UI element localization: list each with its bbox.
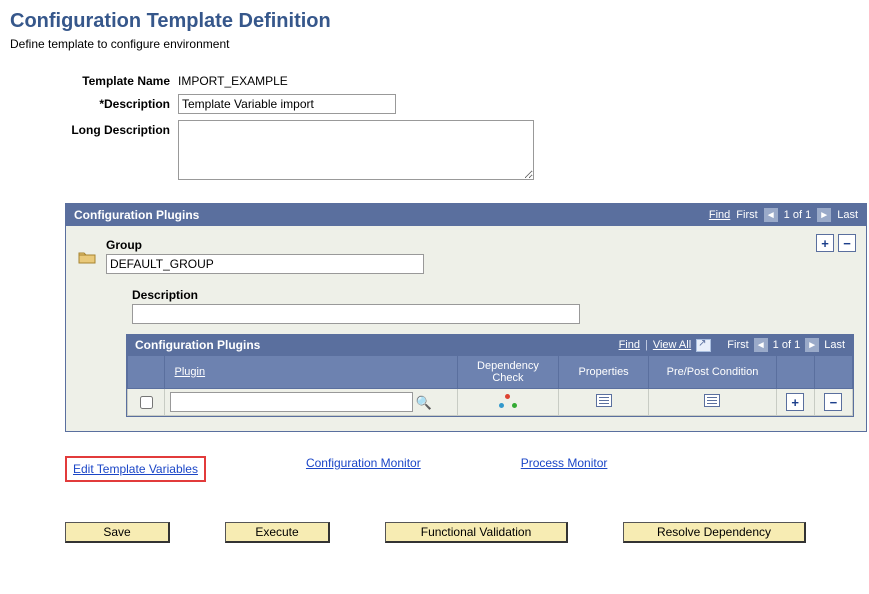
lookup-icon[interactable]: 🔍 (416, 395, 432, 410)
process-monitor-link[interactable]: Process Monitor (521, 456, 608, 482)
configuration-monitor-link[interactable]: Configuration Monitor (306, 456, 421, 482)
record-counter: 1 of 1 (784, 209, 812, 221)
zoom-icon[interactable] (696, 339, 711, 352)
group-label: Group (106, 238, 854, 252)
plugins-table: Plugin Dependency Check Properties Pre/P… (127, 355, 853, 416)
functional-validation-button[interactable]: Functional Validation (385, 522, 568, 543)
prepost-col-header: Pre/Post Condition (649, 356, 776, 389)
long-description-label: Long Description (10, 120, 178, 137)
inner-section-title: Configuration Plugins (135, 338, 260, 352)
page-title: Configuration Template Definition (10, 10, 859, 33)
folder-icon (78, 250, 96, 267)
prepost-icon[interactable] (704, 394, 720, 407)
edit-template-variables-highlight: Edit Template Variables (65, 456, 206, 482)
table-row: 🔍 + − (128, 389, 853, 416)
long-description-textarea[interactable] (178, 120, 534, 180)
view-all-link[interactable]: View All (653, 339, 691, 351)
group-input[interactable] (106, 254, 424, 274)
dependency-check-icon[interactable] (499, 394, 517, 408)
group-description-label: Description (132, 288, 854, 302)
add-row-icon[interactable]: + (816, 234, 834, 252)
inner-first-label: First (727, 339, 748, 351)
save-button[interactable]: Save (65, 522, 170, 543)
inner-counter: 1 of 1 (773, 339, 801, 351)
find-link[interactable]: Find (709, 209, 730, 221)
inner-last-label: Last (824, 339, 845, 351)
dependency-col-header: Dependency Check (458, 356, 559, 389)
last-label: Last (837, 209, 858, 221)
group-description-input[interactable] (132, 304, 580, 324)
inner-prev-icon[interactable]: ◄ (754, 338, 768, 352)
execute-button[interactable]: Execute (225, 522, 330, 543)
inner-find-link[interactable]: Find (619, 339, 640, 351)
resolve-dependency-button[interactable]: Resolve Dependency (623, 522, 806, 543)
section-title: Configuration Plugins (74, 208, 199, 222)
description-input[interactable] (178, 94, 396, 114)
row-checkbox[interactable] (140, 396, 153, 409)
row-add-icon[interactable]: + (786, 393, 804, 411)
description-label: *Description (10, 94, 178, 111)
properties-icon[interactable] (596, 394, 612, 407)
configuration-plugins-section: Configuration Plugins Find First ◄ 1 of … (65, 203, 867, 432)
template-name-value: IMPORT_EXAMPLE (178, 71, 288, 88)
edit-template-variables-link[interactable]: Edit Template Variables (73, 462, 198, 476)
row-delete-icon[interactable]: − (824, 393, 842, 411)
properties-col-header: Properties (558, 356, 649, 389)
delete-row-icon[interactable]: − (838, 234, 856, 252)
inner-next-icon[interactable]: ► (805, 338, 819, 352)
plugin-input[interactable] (170, 392, 413, 412)
plugin-col-header[interactable]: Plugin (175, 366, 206, 378)
prev-icon[interactable]: ◄ (764, 208, 778, 222)
template-name-label: Template Name (10, 71, 178, 88)
page-subtitle: Define template to configure environment (10, 37, 859, 51)
inner-plugins-section: Configuration Plugins Find | View All Fi… (126, 334, 854, 417)
next-icon[interactable]: ► (817, 208, 831, 222)
first-label: First (736, 209, 757, 221)
